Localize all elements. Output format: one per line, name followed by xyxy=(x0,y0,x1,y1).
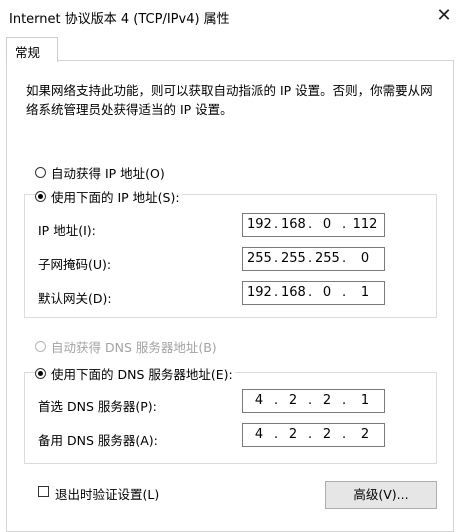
default-gateway-octet-4[interactable]: 1 xyxy=(349,285,381,300)
tab-general-label: 常规 xyxy=(15,45,41,60)
auto-ip-radio-label: 自动获得 IP 地址(O) xyxy=(51,166,165,181)
octet-separator: . xyxy=(274,427,279,442)
subnet-mask-octet-1[interactable]: 255 xyxy=(247,251,272,266)
preferred-dns-octet-3[interactable]: 2 xyxy=(315,393,339,408)
default-gateway-octet-3[interactable]: 0 xyxy=(315,285,339,300)
tab-general[interactable]: 常规 xyxy=(6,37,58,62)
octet-separator: . xyxy=(342,217,347,232)
advanced-button-label: 高级(V)... xyxy=(353,487,409,502)
default-gateway-input[interactable]: 192 . 168 . 0 . 1 xyxy=(242,281,385,305)
close-button[interactable]: ✕ xyxy=(426,0,462,32)
preferred-dns-octet-1[interactable]: 4 xyxy=(247,393,271,408)
octet-separator: . xyxy=(274,217,279,232)
manual-dns-group xyxy=(24,372,437,464)
window-title: Internet 协议版本 4 (TCP/IPv4) 属性 xyxy=(9,12,230,27)
subnet-mask-input[interactable]: 255 . 255 . 255 . 0 xyxy=(242,247,385,271)
subnet-mask-octet-4[interactable]: 0 xyxy=(349,251,381,266)
octet-separator: . xyxy=(342,427,347,442)
octet-separator: . xyxy=(342,251,347,266)
preferred-dns-octet-4[interactable]: 1 xyxy=(349,393,381,408)
dialog-window: Internet 协议版本 4 (TCP/IPv4) 属性 ✕ 常规 如果网络支… xyxy=(0,0,462,532)
preferred-dns-label: 首选 DNS 服务器(P): xyxy=(38,399,157,414)
octet-separator: . xyxy=(274,251,279,266)
auto-dns-radio-circle xyxy=(35,341,46,352)
ip-address-octet-1[interactable]: 192 xyxy=(247,217,272,232)
alternate-dns-octet-3[interactable]: 2 xyxy=(315,427,339,442)
default-gateway-octet-1[interactable]: 192 xyxy=(247,285,272,300)
default-gateway-label: 默认网关(D): xyxy=(38,291,112,306)
advanced-button[interactable]: 高级(V)... xyxy=(325,481,437,509)
auto-ip-radio-circle[interactable] xyxy=(35,167,46,178)
auto-dns-radio-label: 自动获得 DNS 服务器地址(B) xyxy=(51,340,217,355)
default-gateway-octet-2[interactable]: 168 xyxy=(281,285,306,300)
ip-address-label: IP 地址(I): xyxy=(38,223,96,238)
manual-ip-radio-label: 使用下面的 IP 地址(S): xyxy=(51,190,180,205)
octet-separator: . xyxy=(308,427,313,442)
validate-on-exit-checkbox[interactable] xyxy=(38,486,49,497)
manual-ip-radio-circle[interactable] xyxy=(35,191,46,202)
alternate-dns-label: 备用 DNS 服务器(A): xyxy=(38,433,158,448)
octet-separator: . xyxy=(308,393,313,408)
ip-address-input[interactable]: 192 . 168 . 0 . 112 xyxy=(242,213,385,237)
alternate-dns-input[interactable]: 4 . 2 . 2 . 2 xyxy=(242,423,385,447)
manual-dns-radio[interactable]: 使用下面的 DNS 服务器地址(E): xyxy=(35,364,235,383)
octet-separator: . xyxy=(308,285,313,300)
alternate-dns-octet-1[interactable]: 4 xyxy=(247,427,271,442)
description-line-2: 络系统管理员处获得适当的 IP 设置。 xyxy=(26,102,233,117)
preferred-dns-octet-2[interactable]: 2 xyxy=(281,393,305,408)
ip-address-octet-2[interactable]: 168 xyxy=(281,217,306,232)
alternate-dns-octet-4[interactable]: 2 xyxy=(349,427,381,442)
octet-separator: . xyxy=(308,251,313,266)
subnet-mask-octet-2[interactable]: 255 xyxy=(281,251,306,266)
octet-separator: . xyxy=(342,285,347,300)
manual-ip-radio[interactable]: 使用下面的 IP 地址(S): xyxy=(35,187,182,206)
octet-separator: . xyxy=(308,217,313,232)
validate-on-exit-label[interactable]: 退出时验证设置(L) xyxy=(55,484,159,503)
description-line-1: 如果网络支持此功能，则可以获取自动指派的 IP 设置。否则，你需要从网 xyxy=(26,83,433,98)
manual-dns-radio-circle[interactable] xyxy=(35,368,46,379)
auto-dns-radio: 自动获得 DNS 服务器地址(B) xyxy=(35,337,217,356)
subnet-mask-octet-3[interactable]: 255 xyxy=(315,251,340,266)
ip-address-octet-4[interactable]: 112 xyxy=(349,217,381,232)
description-text: 如果网络支持此功能，则可以获取自动指派的 IP 设置。否则，你需要从网 络系统管… xyxy=(26,81,436,119)
title-bar[interactable]: Internet 协议版本 4 (TCP/IPv4) 属性 ✕ xyxy=(0,0,462,34)
close-icon: ✕ xyxy=(436,5,452,26)
subnet-mask-label: 子网掩码(U): xyxy=(38,257,112,272)
octet-separator: . xyxy=(342,393,347,408)
ip-address-octet-3[interactable]: 0 xyxy=(315,217,339,232)
manual-dns-radio-label: 使用下面的 DNS 服务器地址(E): xyxy=(51,367,233,382)
preferred-dns-input[interactable]: 4 . 2 . 2 . 1 xyxy=(242,389,385,413)
octet-separator: . xyxy=(274,285,279,300)
auto-ip-radio[interactable]: 自动获得 IP 地址(O) xyxy=(35,163,165,182)
octet-separator: . xyxy=(274,393,279,408)
alternate-dns-octet-2[interactable]: 2 xyxy=(281,427,305,442)
